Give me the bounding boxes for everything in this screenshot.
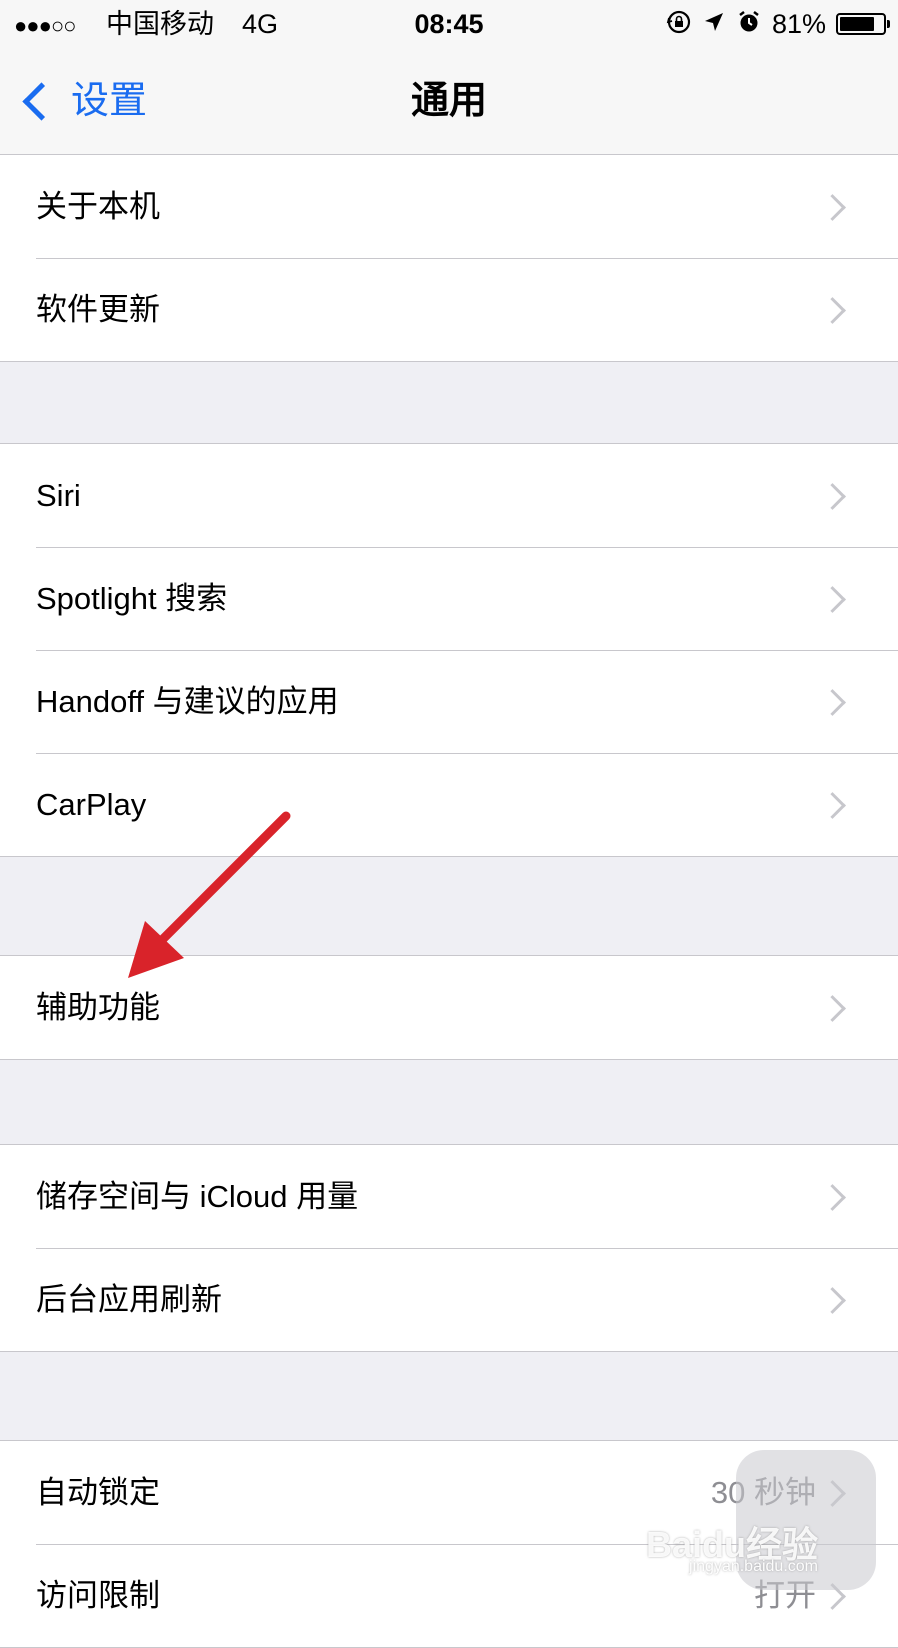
row-label: Spotlight 搜索 [36, 581, 228, 616]
battery-percent: 81% [771, 9, 826, 39]
location-icon [702, 10, 726, 39]
row-about[interactable]: 关于本机 [0, 155, 898, 258]
row-label: 后台应用刷新 [36, 1282, 222, 1317]
rotation-lock-icon [666, 9, 692, 40]
chevron-right-icon [819, 297, 846, 324]
row-storage-icloud[interactable]: 储存空间与 iCloud 用量 [0, 1145, 898, 1248]
battery-fill [840, 17, 875, 31]
row-handoff[interactable]: Handoff 与建议的应用 [0, 650, 898, 753]
row-background-refresh[interactable]: 后台应用刷新 [0, 1248, 898, 1351]
row-label: Handoff 与建议的应用 [36, 684, 339, 719]
chevron-right-icon [819, 483, 846, 510]
row-label: 软件更新 [36, 292, 160, 327]
settings-group-3: 辅助功能 [0, 955, 898, 1060]
settings-group-2: Siri Spotlight 搜索 Handoff 与建议的应用 CarPlay [0, 443, 898, 857]
row-siri[interactable]: Siri [0, 444, 898, 547]
chevron-right-icon [819, 995, 846, 1022]
baidu-watermark: Baidu经验 jingyan.baidu.com [646, 1450, 876, 1600]
chevron-right-icon [819, 586, 846, 613]
watermark-url: jingyan.baidu.com [689, 1558, 818, 1575]
status-bar: ●●●○○ 中国移动 4G 08:45 81% [0, 0, 898, 48]
row-label: 自动锁定 [36, 1475, 160, 1510]
status-right: 81% [666, 9, 890, 40]
row-carplay[interactable]: CarPlay [0, 753, 898, 856]
row-label: Siri [36, 478, 81, 513]
row-software-update[interactable]: 软件更新 [0, 258, 898, 361]
row-label: 访问限制 [36, 1578, 160, 1613]
row-accessibility[interactable]: 辅助功能 [0, 956, 898, 1059]
chevron-right-icon [819, 792, 846, 819]
settings-group-1: 关于本机 软件更新 [0, 154, 898, 362]
row-label: 辅助功能 [36, 990, 160, 1025]
row-spotlight-search[interactable]: Spotlight 搜索 [0, 547, 898, 650]
row-label: 关于本机 [36, 189, 160, 224]
navigation-bar: 设置 通用 [0, 48, 898, 155]
chevron-right-icon [819, 1184, 846, 1211]
alarm-icon [736, 9, 762, 40]
row-label: CarPlay [36, 787, 147, 822]
chevron-right-icon [819, 689, 846, 716]
settings-group-4: 储存空间与 iCloud 用量 后台应用刷新 [0, 1144, 898, 1352]
page-title: 通用 [410, 80, 487, 122]
chevron-right-icon [819, 194, 846, 221]
chevron-right-icon [819, 1287, 846, 1314]
battery-icon [836, 13, 890, 35]
row-label: 储存空间与 iCloud 用量 [36, 1179, 359, 1214]
